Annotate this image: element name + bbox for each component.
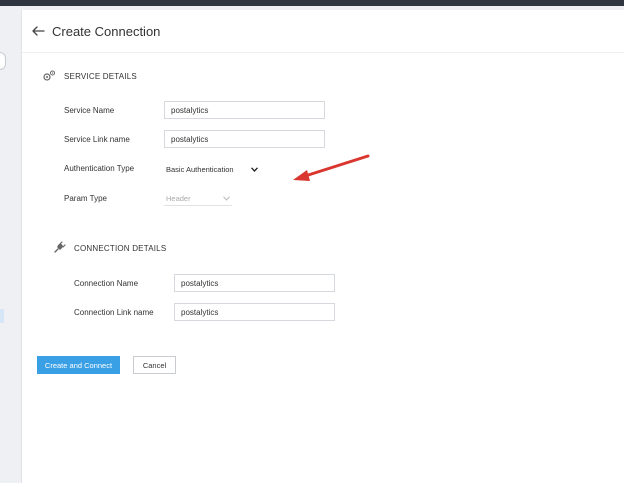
param-type-value: Header xyxy=(166,194,191,203)
page-title: Create Connection xyxy=(52,24,161,39)
sidebar-collapse-handle[interactable] xyxy=(0,52,6,70)
authentication-type-value: Basic Authentication xyxy=(166,164,234,174)
service-details-heading: SERVICE DETAILS xyxy=(64,72,137,81)
connection-name-input[interactable] xyxy=(174,274,335,292)
connection-name-label: Connection Name xyxy=(74,279,139,288)
main-panel: Create Connection SERVICE DETAILS Servic… xyxy=(21,10,624,483)
authentication-type-select[interactable]: Basic Authentication xyxy=(164,162,260,176)
connection-details-heading: CONNECTION DETAILS xyxy=(74,244,167,253)
sidebar-active-marker xyxy=(0,309,4,323)
page-header: Create Connection xyxy=(22,10,624,53)
service-name-label: Service Name xyxy=(64,106,115,115)
cancel-button[interactable]: Cancel xyxy=(133,356,176,374)
create-and-connect-button[interactable]: Create and Connect xyxy=(37,356,120,374)
left-sidebar xyxy=(0,6,20,483)
authentication-type-label: Authentication Type xyxy=(64,164,135,173)
plug-icon xyxy=(54,241,66,253)
gears-icon xyxy=(43,70,55,81)
chevron-down-icon xyxy=(251,166,258,172)
annotation-arrow xyxy=(293,154,370,181)
param-type-label: Param Type xyxy=(64,194,107,203)
top-bar xyxy=(0,0,624,6)
connection-link-name-input[interactable] xyxy=(174,303,335,321)
service-link-name-label: Service Link name xyxy=(64,135,130,144)
back-arrow-icon[interactable] xyxy=(30,23,46,39)
connection-link-name-label: Connection Link name xyxy=(74,308,154,317)
service-name-input[interactable] xyxy=(164,101,325,119)
param-type-select: Header xyxy=(164,192,232,206)
service-link-name-input[interactable] xyxy=(164,130,325,148)
chevron-down-icon xyxy=(223,196,230,201)
